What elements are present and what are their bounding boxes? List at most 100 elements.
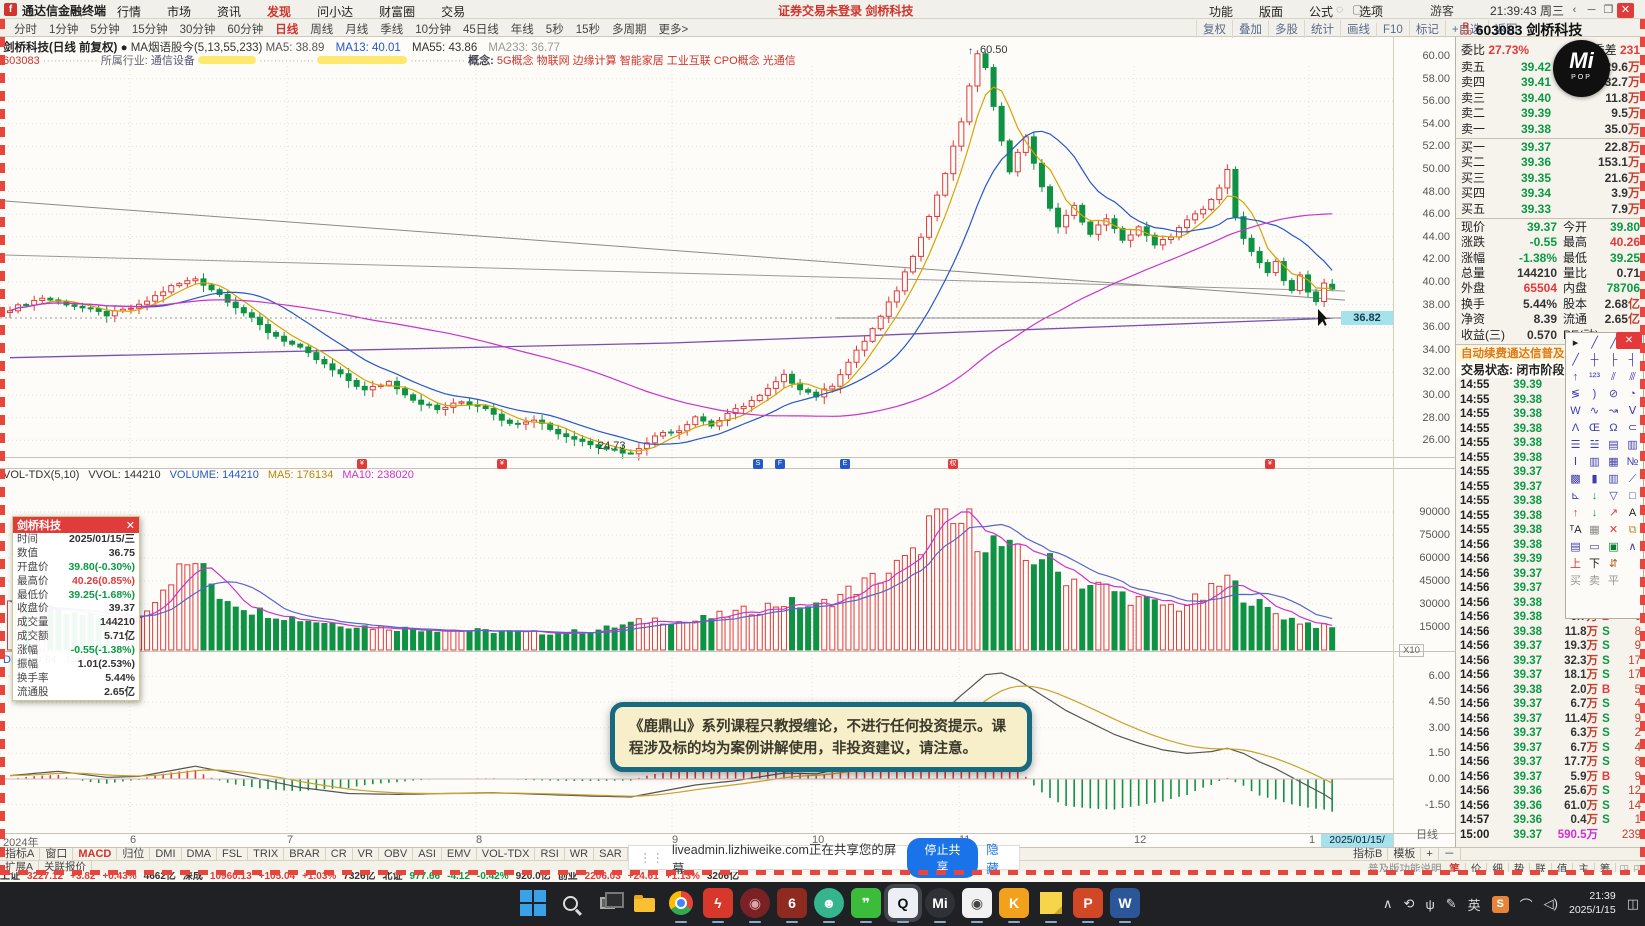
draw-tool-icon[interactable]: Ⅰ: [1566, 454, 1585, 471]
tray-icon[interactable]: ∧: [1383, 896, 1393, 912]
draw-tool-icon[interactable]: ⇵: [1604, 556, 1623, 573]
camera-app-icon[interactable]: ◉: [962, 888, 992, 923]
event-marker-icon[interactable]: 权: [948, 459, 958, 469]
period-tab-60分钟[interactable]: 60分钟: [221, 20, 269, 38]
event-marker-icon[interactable]: ¥: [1265, 459, 1275, 469]
qq-icon[interactable]: Q: [888, 888, 918, 923]
period-tab-季线[interactable]: 季线: [374, 20, 409, 38]
indicator-tab-SAR[interactable]: SAR: [594, 848, 628, 860]
period-label[interactable]: 日线: [1416, 826, 1438, 842]
sell-level-row[interactable]: 卖三 39.40 11.8万: [1456, 91, 1645, 106]
indicator-right-模板[interactable]: 模板: [1388, 848, 1422, 860]
period-tab-10分钟[interactable]: 10分钟: [409, 20, 457, 38]
period-tab-日线[interactable]: 日线: [269, 20, 304, 38]
draw-tool-icon[interactable]: ⫽: [1604, 369, 1623, 386]
draw-tool-icon[interactable]: ↗: [1604, 505, 1623, 522]
tray-icon[interactable]: ψ: [1425, 897, 1434, 912]
indicator-tab-BRAR[interactable]: BRAR: [284, 848, 326, 860]
draw-tool-icon[interactable]: ∿: [1585, 403, 1604, 420]
toolbar-叠加[interactable]: 叠加: [1232, 20, 1268, 38]
indicator-tab-VR[interactable]: VR: [353, 848, 379, 860]
indicator-tab-DMI[interactable]: DMI: [150, 848, 182, 860]
period-tab-月线[interactable]: 月线: [339, 20, 374, 38]
tray-icon[interactable]: ✎: [1446, 896, 1457, 912]
indicator-tab-MACD[interactable]: MACD: [73, 848, 118, 860]
indicator-tab-OBV[interactable]: OBV: [379, 848, 414, 860]
taskbar-clock[interactable]: 21:39 2025/1/15: [1569, 890, 1616, 917]
indicator-tab-CR[interactable]: CR: [326, 848, 353, 860]
word-icon[interactable]: W: [1110, 888, 1140, 923]
industry-value[interactable]: 通信设备: [151, 55, 195, 67]
indicator-right-+[interactable]: +: [1421, 848, 1439, 860]
tray-icon[interactable]: ◁): [1544, 896, 1558, 912]
draw-tool-icon[interactable]: ≶: [1566, 386, 1585, 403]
draw-tool-icon[interactable]: 上: [1566, 556, 1585, 573]
wechat-icon[interactable]: ❞: [851, 888, 881, 923]
file-explorer-icon[interactable]: [629, 888, 659, 918]
event-marker-icon[interactable]: S: [753, 459, 763, 469]
draw-tool-icon[interactable]: ▩: [1566, 471, 1585, 488]
concept-values[interactable]: 5G概念 物联网 边缘计算 智能家居 工业互联 CPO概念 光通信: [497, 55, 796, 67]
sell-level-row[interactable]: 卖一 39.38 35.0万: [1456, 122, 1645, 137]
draw-tool-icon[interactable]: ↑: [1566, 505, 1585, 522]
close-button[interactable]: ✕: [1617, 3, 1634, 18]
sticky-notes-icon[interactable]: [1036, 888, 1066, 923]
w6-app-icon[interactable]: 6: [777, 888, 807, 923]
notification-icon[interactable]: ◫: [1627, 896, 1639, 912]
draw-tool-icon[interactable]: ├: [1604, 352, 1623, 369]
period-tab-年线[interactable]: 年线: [505, 20, 540, 38]
draw-tool-icon[interactable]: ⊾: [1566, 488, 1585, 505]
indicator-right-－[interactable]: －: [1439, 848, 1461, 860]
toolbar-F10[interactable]: F10: [1376, 23, 1409, 37]
sell-level-row[interactable]: 卖四 39.41 32.7万: [1456, 75, 1645, 90]
k-app-icon[interactable]: K: [999, 888, 1029, 923]
draw-tool-icon[interactable]: Λ: [1566, 420, 1585, 437]
draw-tool-icon[interactable]: ▽: [1604, 488, 1623, 505]
indicator-tab-归位[interactable]: 归位: [117, 848, 151, 860]
draw-tool-icon[interactable]: ▦: [1585, 522, 1604, 539]
draw-tool-icon[interactable]: ▥: [1604, 471, 1623, 488]
indicator-tab-RSI[interactable]: RSI: [535, 848, 565, 860]
period-tab-5分钟[interactable]: 5分钟: [84, 20, 125, 38]
toolbar-多股[interactable]: 多股: [1268, 20, 1304, 38]
toolbar-统计[interactable]: 统计: [1304, 20, 1340, 38]
draw-tool-icon[interactable]: ☰: [1566, 437, 1585, 454]
event-marker-icon[interactable]: ¥: [357, 459, 367, 469]
draw-tool-icon[interactable]: ↑: [1566, 369, 1585, 386]
period-tab-分时[interactable]: 分时: [8, 20, 43, 38]
draw-tool-icon[interactable]: 卖: [1585, 573, 1604, 590]
toolbar-复权[interactable]: 复权: [1196, 20, 1232, 38]
sell-level-row[interactable]: 卖二 39.39 9.5万: [1456, 106, 1645, 121]
buy-level-row[interactable]: 买一 39.37 22.8万: [1456, 140, 1645, 155]
task-view-icon[interactable]: [592, 888, 624, 918]
event-marker-icon[interactable]: ¥: [497, 459, 507, 469]
indicator-tab-WR[interactable]: WR: [565, 848, 595, 860]
popup-close-icon[interactable]: ✕: [126, 519, 135, 532]
powerpoint-icon[interactable]: P: [1073, 888, 1103, 923]
draw-tool-icon[interactable]: ↝: [1604, 403, 1623, 420]
draw-tool-icon[interactable]: ▣: [1604, 539, 1623, 556]
event-marker-icon[interactable]: F: [775, 459, 785, 469]
draw-tool-icon[interactable]: ⊘: [1604, 386, 1623, 403]
draw-tool-icon[interactable]: ): [1585, 386, 1604, 403]
buy-level-row[interactable]: 买三 39.35 21.6万: [1456, 171, 1645, 186]
period-tab-30分钟[interactable]: 30分钟: [174, 20, 222, 38]
draw-tool-icon[interactable]: ᵀA: [1566, 522, 1585, 539]
taskbar-search-icon[interactable]: [555, 888, 585, 918]
period-tab-45日线[interactable]: 45日线: [457, 20, 505, 38]
event-marker-icon[interactable]: E: [840, 459, 850, 469]
draw-tool-icon[interactable]: ▭: [1585, 539, 1604, 556]
user-label[interactable]: 游客: [1430, 2, 1454, 19]
period-tab-15分钟[interactable]: 15分钟: [126, 20, 174, 38]
buy-level-row[interactable]: 买五 39.33 7.9万: [1456, 202, 1645, 217]
indicator-tab-指标A[interactable]: 指标A: [0, 848, 41, 860]
draw-tool-icon[interactable]: ☱: [1585, 437, 1604, 454]
draw-tool-icon[interactable]: ▥: [1585, 454, 1604, 471]
indicator-tab-FSL[interactable]: FSL: [217, 848, 249, 860]
draw-tool-icon[interactable]: ╱: [1566, 352, 1585, 369]
draw-tool-icon[interactable]: ╱: [1585, 335, 1604, 352]
indicator-tab-窗口[interactable]: 窗口: [40, 848, 74, 860]
indicator-tab-ASI[interactable]: ASI: [413, 848, 442, 860]
period-tab-1分钟[interactable]: 1分钟: [43, 20, 84, 38]
draw-tool-icon[interactable]: ▮: [1585, 471, 1604, 488]
